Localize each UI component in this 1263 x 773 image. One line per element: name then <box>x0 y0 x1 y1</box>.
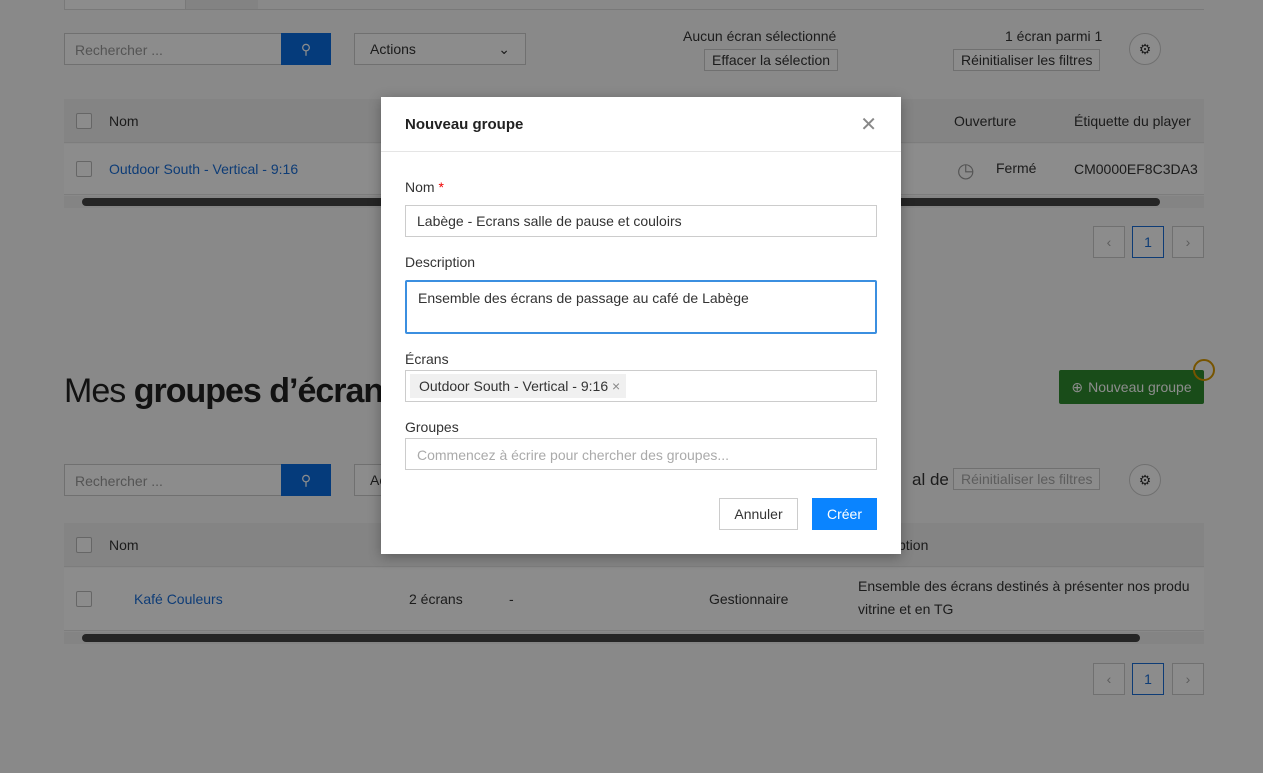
cancel-button[interactable]: Annuler <box>719 498 798 530</box>
modal-title: Nouveau groupe <box>405 116 524 133</box>
screens-select[interactable]: Outdoor South - Vertical - 9:16 × <box>405 370 877 402</box>
screens-label: Écrans <box>405 351 449 367</box>
close-icon[interactable]: ✕ <box>860 112 877 136</box>
screen-tag: Outdoor South - Vertical - 9:16 × <box>410 374 627 398</box>
groups-input[interactable]: Commencez à écrire pour chercher des gro… <box>405 438 877 470</box>
name-label: Nom * <box>405 179 444 195</box>
description-label: Description <box>405 254 476 270</box>
description-textarea[interactable]: Ensemble des écrans de passage au café d… <box>405 280 877 334</box>
remove-tag-icon[interactable]: × <box>612 378 620 394</box>
new-group-modal: Nouveau groupe ✕ Nom * Labège - Ecrans sa… <box>381 97 901 554</box>
create-button[interactable]: Créer <box>812 498 877 530</box>
groups-label: Groupes <box>405 419 459 435</box>
name-input[interactable]: Labège - Ecrans salle de pause et couloi… <box>405 205 877 237</box>
